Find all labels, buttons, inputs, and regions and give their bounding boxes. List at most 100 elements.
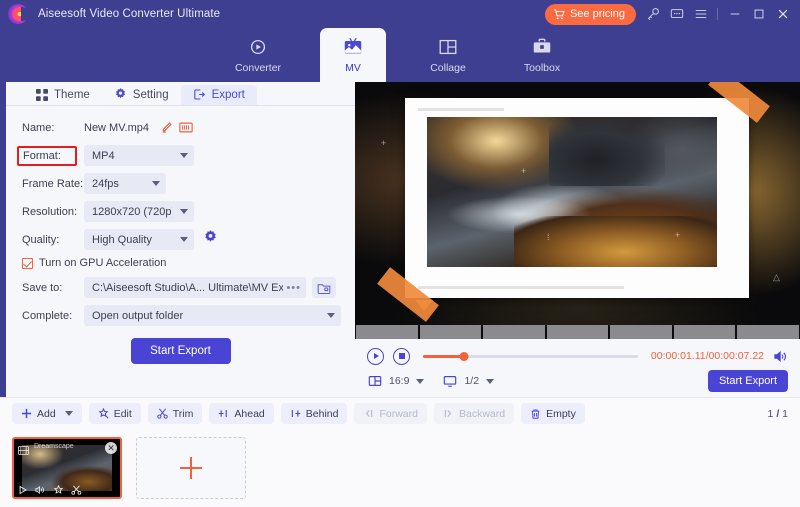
chevron-down-icon <box>180 209 188 214</box>
main-navigation: Converter MV Collage Toolbox <box>0 28 800 82</box>
ahead-button[interactable]: Ahead <box>209 403 273 424</box>
title-bar: Aiseesoft Video Converter Ultimate See p… <box>0 0 800 28</box>
export-icon <box>193 88 206 101</box>
clip-thumbnail[interactable]: Dreamscape ✕ <box>12 437 122 499</box>
behind-button[interactable]: Behind <box>281 403 348 424</box>
nav-tab-converter-label: Converter <box>235 62 281 74</box>
decor-sparkle-2: + <box>521 166 526 176</box>
quality-settings-gear-icon[interactable] <box>203 230 218 250</box>
zoom-chevron-down-icon[interactable] <box>486 379 494 384</box>
empty-button[interactable]: Empty <box>521 403 585 424</box>
decor-triangle: △ <box>773 272 780 283</box>
add-label: Add <box>37 408 56 420</box>
trim-button[interactable]: Trim <box>148 403 203 424</box>
nav-tab-converter[interactable]: Converter <box>226 28 290 82</box>
quality-select[interactable]: High Quality <box>84 229 194 250</box>
aspect-ratio-icon[interactable] <box>367 374 382 389</box>
toolbar-divider <box>717 8 718 20</box>
behind-label: Behind <box>306 408 339 420</box>
clip-toolbar: Add Edit Trim Ahead <box>0 397 800 429</box>
trim-icon[interactable] <box>71 485 82 495</box>
page-current: 1 <box>768 408 774 420</box>
tab-theme[interactable]: Theme <box>24 86 102 105</box>
feedback-icon[interactable] <box>669 7 684 22</box>
tab-setting[interactable]: Setting <box>102 85 181 105</box>
aspect-ratio-value: 16:9 <box>389 375 409 387</box>
chevron-down-icon <box>152 181 160 186</box>
move-forward-icon <box>363 408 374 419</box>
page-separator: / <box>776 408 779 420</box>
video-preview[interactable]: + + ⁞ + △ <box>355 82 800 325</box>
close-icon[interactable] <box>775 7 790 22</box>
id-tag-icon[interactable] <box>178 120 194 136</box>
resolution-select[interactable]: 1280x720 (720p) <box>84 201 194 222</box>
tab-export[interactable]: Export <box>181 85 257 105</box>
player-controls-bottom: 16:9 1/2 Start Export <box>367 368 788 394</box>
frame-bottom-line <box>418 286 624 289</box>
quality-value: High Quality <box>92 234 172 246</box>
menu-icon[interactable] <box>693 7 708 22</box>
frame-rate-row: Frame Rate: 24fps <box>22 171 341 196</box>
seek-bar[interactable] <box>423 355 638 358</box>
nav-tab-toolbox[interactable]: Toolbox <box>510 28 574 82</box>
open-folder-button[interactable] <box>312 277 336 298</box>
timeline-playhead[interactable] <box>415 300 433 311</box>
see-pricing-button[interactable]: See pricing <box>545 4 636 25</box>
preview-frame-card <box>405 98 749 298</box>
minimize-icon[interactable] <box>727 7 742 22</box>
playback-time: 00:00:01.11/00:00:07.22 <box>651 350 764 362</box>
insert-ahead-icon <box>218 408 229 419</box>
add-button[interactable]: Add <box>12 403 82 424</box>
volume-icon[interactable] <box>773 349 788 364</box>
frame-rate-select[interactable]: 24fps <box>84 173 166 194</box>
nav-tab-collage[interactable]: Collage <box>416 28 480 82</box>
timeline-cell <box>610 325 672 339</box>
save-to-path[interactable]: C:\Aiseesoft Studio\A... Ultimate\MV Exp… <box>84 277 306 298</box>
stop-button[interactable] <box>393 348 410 365</box>
add-chevron-down-icon[interactable] <box>65 411 73 416</box>
timeline-cell <box>674 325 736 339</box>
seek-handle[interactable] <box>459 352 468 361</box>
key-icon[interactable] <box>645 7 660 22</box>
timeline-cell <box>356 325 418 339</box>
tab-theme-label: Theme <box>54 89 90 101</box>
player-controls: 00:00:01.11/00:00:07.22 16:9 <box>355 339 800 397</box>
effects-icon[interactable] <box>53 485 64 495</box>
photo-rocks-dark <box>549 120 665 186</box>
volume-icon[interactable] <box>35 485 46 495</box>
aspect-ratio-chevron-down-icon[interactable] <box>416 379 424 384</box>
name-label: Name: <box>22 122 84 134</box>
preview-column: + + ⁞ + △ <box>355 82 800 397</box>
play-icon[interactable] <box>18 485 28 495</box>
frame-top-line <box>418 108 504 111</box>
application-window: Aiseesoft Video Converter Ultimate See p… <box>0 0 800 507</box>
player-controls-top: 00:00:01.11/00:00:07.22 <box>367 344 788 368</box>
timeline-strip[interactable] <box>355 325 800 339</box>
monitor-icon[interactable] <box>442 374 457 389</box>
clip-quick-actions <box>18 485 82 495</box>
ellipsis-icon[interactable]: ••• <box>283 282 304 294</box>
gpu-acceleration-row[interactable]: Turn on GPU Acceleration <box>22 257 341 269</box>
name-row: Name: New MV.mp4 <box>22 115 341 140</box>
quality-label: Quality: <box>22 234 84 246</box>
edit-button[interactable]: Edit <box>89 403 141 424</box>
ahead-label: Ahead <box>234 408 264 420</box>
start-export-button[interactable]: Start Export <box>131 338 231 364</box>
add-clip-placeholder[interactable] <box>136 437 246 499</box>
forward-label: Forward <box>379 408 418 420</box>
format-select[interactable]: MP4 <box>84 145 194 166</box>
backward-button: Backward <box>434 403 514 424</box>
format-row: Format: MP4 <box>22 143 341 168</box>
nav-tab-mv[interactable]: MV <box>320 28 386 82</box>
start-export-button-player[interactable]: Start Export <box>708 370 788 392</box>
page-indicator: 1 / 1 <box>768 408 788 420</box>
resolution-label: Resolution: <box>22 206 84 218</box>
gpu-acceleration-checkbox[interactable] <box>22 258 33 269</box>
pencil-icon[interactable] <box>158 120 174 136</box>
save-to-label: Save to: <box>22 282 84 294</box>
remove-clip-icon[interactable]: ✕ <box>105 442 117 454</box>
maximize-icon[interactable] <box>751 7 766 22</box>
chevron-down-icon <box>327 313 335 318</box>
play-button[interactable] <box>367 348 384 365</box>
complete-action-select[interactable]: Open output folder <box>84 305 341 326</box>
